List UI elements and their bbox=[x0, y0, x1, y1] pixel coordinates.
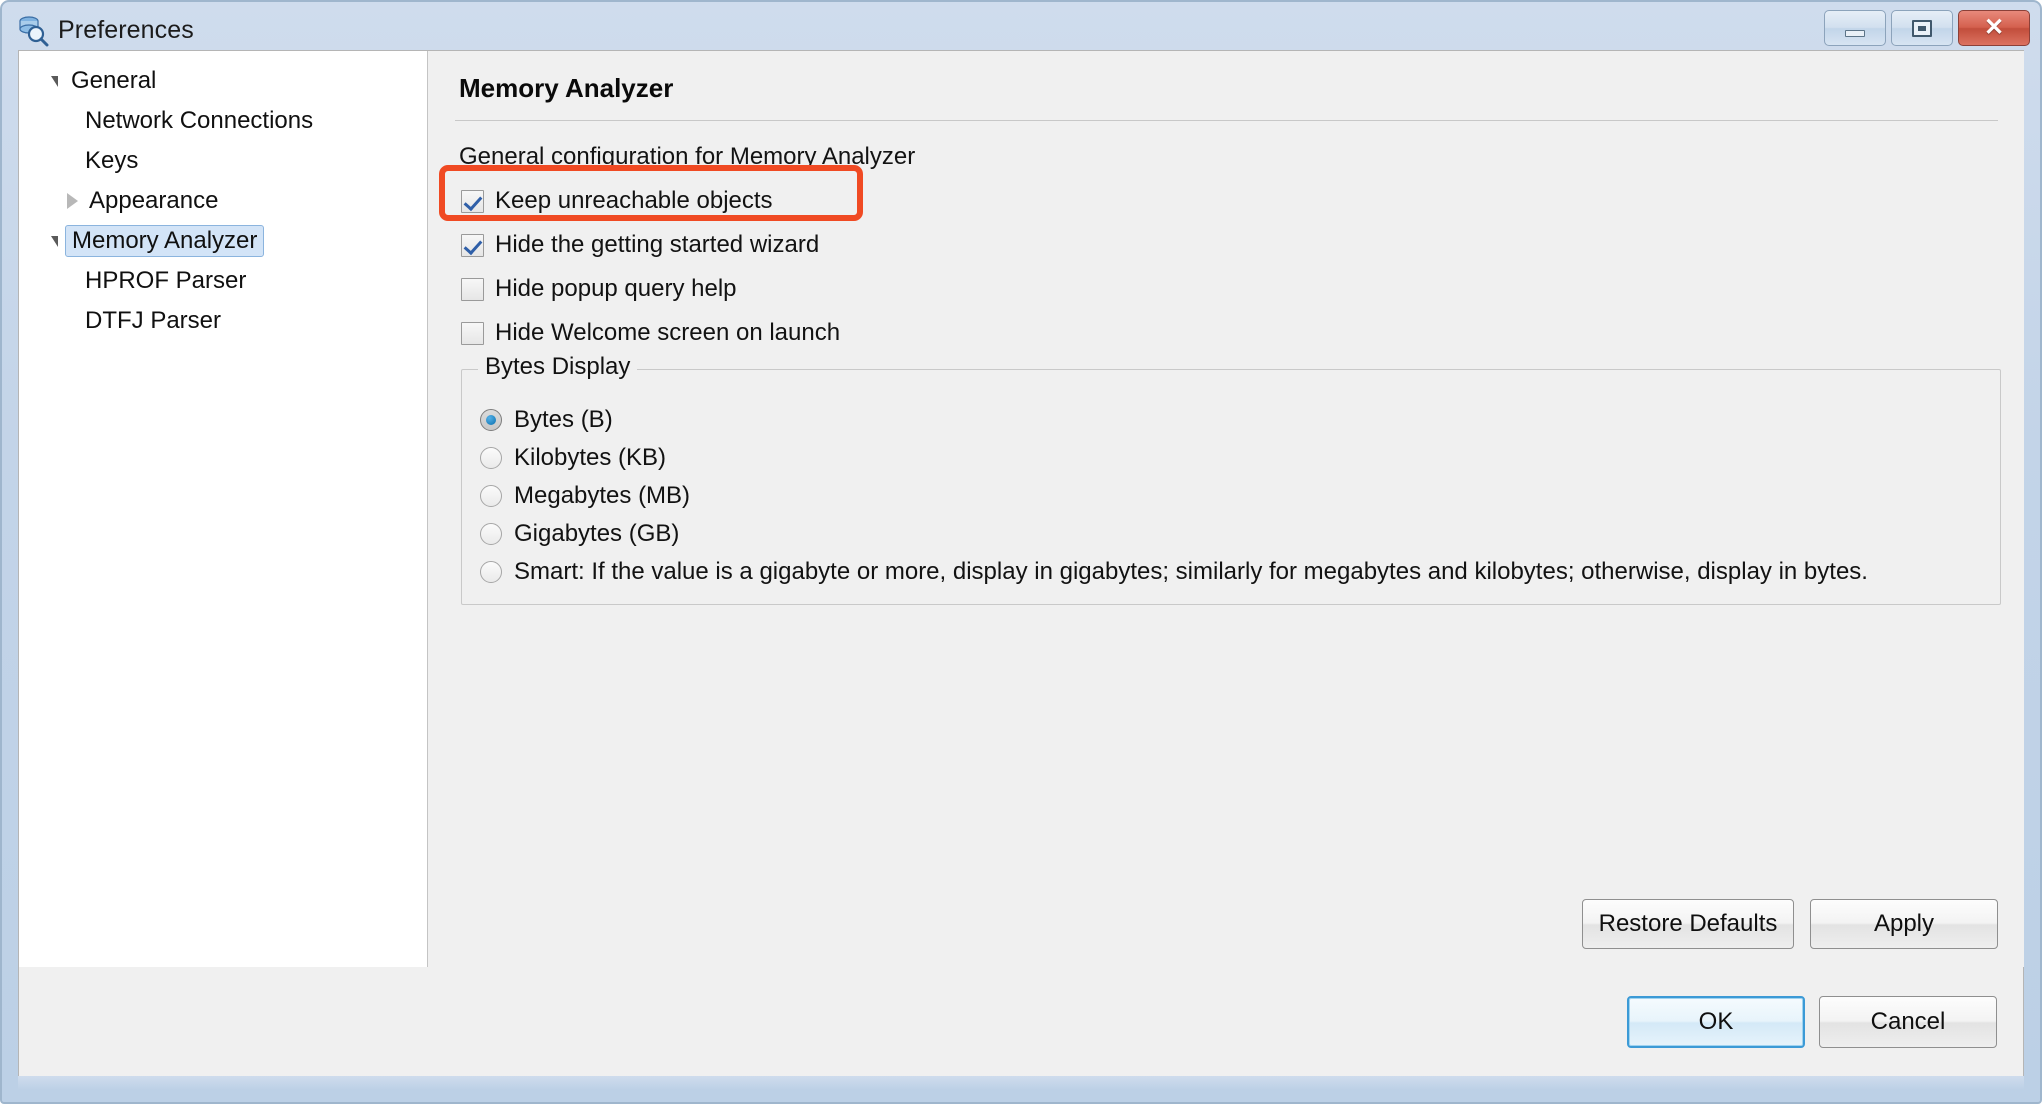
preferences-tree[interactable]: General Network Connections Keys Appeara… bbox=[19, 51, 428, 967]
title-divider bbox=[455, 120, 1998, 121]
sidebar-item-label: Memory Analyzer bbox=[65, 225, 265, 257]
checkbox-hide-popup-query-help[interactable]: Hide popup query help bbox=[461, 275, 1998, 303]
radio-icon-unselected[interactable] bbox=[480, 561, 502, 583]
page-action-buttons: Restore Defaults Apply bbox=[1582, 899, 1998, 949]
window-bottom-strip bbox=[18, 1076, 2024, 1090]
checkbox-label: Hide Welcome screen on launch bbox=[495, 319, 841, 346]
sidebar-item-network-connections[interactable]: Network Connections bbox=[19, 101, 427, 141]
page-title: Memory Analyzer bbox=[459, 73, 674, 103]
checkbox-label: Keep unreachable objects bbox=[495, 187, 773, 214]
bytes-display-group: Bytes Display Bytes (B) Kilobytes (KB) M… bbox=[461, 353, 2001, 605]
radio-label: Kilobytes (KB) bbox=[514, 444, 667, 471]
checkbox-label: Hide the getting started wizard bbox=[495, 231, 820, 258]
radio-icon-unselected[interactable] bbox=[480, 523, 502, 545]
sidebar-item-dtfj-parser[interactable]: DTFJ Parser bbox=[19, 301, 427, 341]
checkbox-hide-welcome-screen-on-launch[interactable]: Hide Welcome screen on launch bbox=[461, 319, 1998, 347]
radio-label: Megabytes (MB) bbox=[514, 482, 691, 509]
page-description: General configuration for Memory Analyze… bbox=[459, 143, 916, 170]
radio-icon-selected[interactable] bbox=[480, 409, 502, 431]
ok-button[interactable]: OK bbox=[1627, 996, 1805, 1048]
dialog-footer: OK Cancel bbox=[19, 968, 2023, 1078]
sidebar-item-label: General bbox=[71, 67, 157, 94]
checkbox-icon-checked[interactable] bbox=[461, 189, 484, 213]
radio-smart[interactable]: Smart: If the value is a gigabyte or mor… bbox=[480, 558, 2000, 586]
apply-button[interactable]: Apply bbox=[1810, 899, 1998, 949]
restore-button[interactable] bbox=[1891, 10, 1953, 46]
checkbox-icon-checked[interactable] bbox=[461, 233, 484, 257]
minimize-icon bbox=[1845, 29, 1865, 37]
footer-buttons: OK Cancel bbox=[1627, 996, 1997, 1048]
radio-megabytes[interactable]: Megabytes (MB) bbox=[480, 482, 2000, 510]
checkbox-label: Hide popup query help bbox=[495, 275, 737, 302]
sidebar-item-label: Network Connections bbox=[85, 107, 314, 134]
minimize-button[interactable] bbox=[1824, 10, 1886, 46]
sidebar-item-label: Appearance bbox=[89, 187, 219, 214]
radio-icon-unselected[interactable] bbox=[480, 485, 502, 507]
window-title: Preferences bbox=[58, 15, 194, 44]
radio-label: Bytes (B) bbox=[514, 406, 613, 433]
radio-icon-unselected[interactable] bbox=[480, 447, 502, 469]
close-icon: ✕ bbox=[1983, 14, 2005, 41]
preference-page: Memory Analyzer General configuration fo… bbox=[429, 51, 2024, 967]
sidebar-item-label: Keys bbox=[85, 147, 139, 174]
dialog-body: General Network Connections Keys Appeara… bbox=[18, 50, 2024, 1078]
close-button[interactable]: ✕ bbox=[1958, 10, 2030, 46]
checkbox-icon-unchecked[interactable] bbox=[461, 321, 484, 345]
sidebar-item-appearance[interactable]: Appearance bbox=[19, 181, 427, 221]
radio-label: Smart: If the value is a gigabyte or mor… bbox=[514, 558, 1868, 585]
sidebar-item-memory-analyzer[interactable]: Memory Analyzer bbox=[19, 221, 427, 261]
sidebar-item-label: DTFJ Parser bbox=[85, 307, 222, 334]
preferences-window: Preferences ✕ General Network Connection… bbox=[0, 0, 2042, 1104]
preferences-search-icon bbox=[16, 13, 50, 47]
sidebar-item-hprof-parser[interactable]: HPROF Parser bbox=[19, 261, 427, 301]
radio-kilobytes[interactable]: Kilobytes (KB) bbox=[480, 444, 2000, 472]
restore-defaults-button[interactable]: Restore Defaults bbox=[1582, 899, 1794, 949]
checkbox-icon-unchecked[interactable] bbox=[461, 277, 484, 301]
sidebar-item-label: HPROF Parser bbox=[85, 267, 247, 294]
checkbox-hide-getting-started-wizard[interactable]: Hide the getting started wizard bbox=[461, 231, 1998, 259]
sidebar-item-general[interactable]: General bbox=[19, 61, 427, 101]
radio-bytes[interactable]: Bytes (B) bbox=[480, 406, 2000, 434]
radio-gigabytes[interactable]: Gigabytes (GB) bbox=[480, 520, 2000, 548]
chevron-right-icon[interactable] bbox=[59, 193, 85, 209]
checkbox-keep-unreachable-objects[interactable]: Keep unreachable objects bbox=[461, 187, 1998, 215]
window-controls: ✕ bbox=[1824, 10, 2030, 46]
group-legend: Bytes Display bbox=[478, 353, 638, 381]
chevron-down-icon[interactable] bbox=[41, 75, 67, 87]
cancel-button[interactable]: Cancel bbox=[1819, 996, 1997, 1048]
restore-icon bbox=[1912, 19, 1932, 37]
radio-label: Gigabytes (GB) bbox=[514, 520, 680, 547]
chevron-down-icon[interactable] bbox=[41, 235, 67, 247]
sidebar-item-keys[interactable]: Keys bbox=[19, 141, 427, 181]
